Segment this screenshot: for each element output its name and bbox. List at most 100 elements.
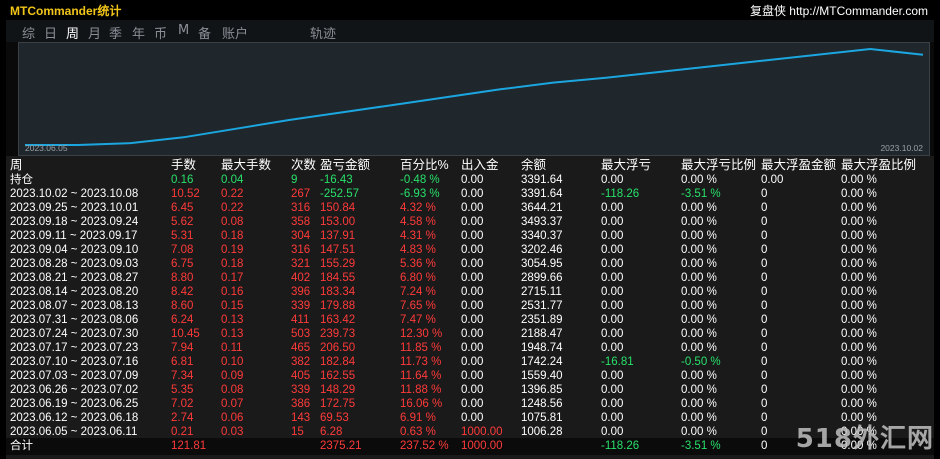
cell-col-8: 0.00	[601, 300, 624, 312]
cell-col-2: 0.03	[221, 426, 244, 438]
cell-col-6: 0.00	[461, 328, 484, 340]
cell-col-5: 7.65 %	[400, 300, 436, 312]
cell-col-9: 0.00 %	[681, 286, 717, 298]
cell-col-4: 150.84	[320, 202, 356, 214]
cell-col-8: 0.00	[601, 342, 624, 354]
cell-col-10: 0	[761, 244, 768, 256]
table-row[interactable]: 2023.07.10 ~ 2023.07.16 6.81 0.10 382 182.84…	[6, 355, 934, 369]
cell-col-4: 153.00	[320, 216, 356, 228]
cell-col-7: 3493.37	[521, 216, 563, 228]
cell-col-6: 出入金	[461, 158, 499, 172]
cell-col-2: 0.07	[221, 398, 244, 410]
cell-col-8: -16.81	[601, 356, 634, 368]
cell-col-4: 148.29	[320, 384, 356, 396]
cell-col-4: -252.57	[320, 188, 360, 200]
tab-5[interactable]: 年	[132, 23, 145, 42]
table-header[interactable]: 周 手数 最大手数 次数 盈亏金额 百分比% 出入金 余额 最大浮亏 最大浮亏比例 最大浮盈金额 最大…	[6, 158, 934, 172]
table-row[interactable]: 2023.09.25 ~ 2023.10.01 6.45 0.22 316 150.84…	[6, 201, 934, 215]
tab-0[interactable]: 综	[22, 23, 35, 42]
cell-col-10: 0	[761, 202, 768, 214]
cell-col-3: 143	[291, 412, 311, 424]
cell-col-4: 206.50	[320, 342, 356, 354]
cell-col-4: 184.55	[320, 272, 356, 284]
cell-col-6: 0.00	[461, 384, 484, 396]
table-row[interactable]: 2023.08.28 ~ 2023.09.03 6.75 0.18 321 155.29…	[6, 257, 934, 271]
cell-col-7: 2351.89	[521, 314, 563, 326]
tab-2[interactable]: 周	[66, 23, 79, 42]
tab-1[interactable]: 日	[44, 23, 57, 42]
cell-col-8: 0.00	[601, 370, 624, 382]
chart-start-label: 2023.06.05	[25, 143, 68, 153]
cell-col-11: 0.00 %	[841, 174, 877, 186]
cell-col-5: -0.48 %	[400, 174, 440, 186]
cell-col-1: 手数	[171, 158, 197, 172]
cell-col-6: 0.00	[461, 356, 484, 368]
cell-col-7: 2899.66	[521, 272, 563, 284]
table-row[interactable]: 2023.08.14 ~ 2023.08.20 8.42 0.16 396 183.34…	[6, 285, 934, 299]
table-row[interactable]: 2023.07.17 ~ 2023.07.23 7.94 0.11 465 206.50…	[6, 341, 934, 355]
cell-col-8: 0.00	[601, 216, 624, 228]
table-row[interactable]: 2023.08.07 ~ 2023.08.13 8.60 0.15 339 179.88…	[6, 299, 934, 313]
cell-col-1: 6.24	[171, 314, 194, 326]
cell-col-9: 0.00 %	[681, 426, 717, 438]
tab-6[interactable]: 币	[154, 23, 167, 42]
table-row[interactable]: 2023.09.11 ~ 2023.09.17 5.31 0.18 304 137.91…	[6, 229, 934, 243]
cell-col-10: 0	[761, 188, 768, 200]
table-row[interactable]: 2023.06.19 ~ 2023.06.25 7.02 0.07 386 172.75…	[6, 397, 934, 411]
cell-col-8: 0.00	[601, 272, 624, 284]
cell-col-6: 0.00	[461, 216, 484, 228]
table-row[interactable]: 2023.10.02 ~ 2023.10.08 10.52 0.22 267 -252.…	[6, 187, 934, 201]
cell-col-7: 3202.46	[521, 244, 563, 256]
table-row[interactable]: 2023.07.24 ~ 2023.07.30 10.45 0.13 503 239.7…	[6, 327, 934, 341]
cell-col-9: -3.51 %	[681, 188, 721, 200]
table-row[interactable]: 2023.07.03 ~ 2023.07.09 7.34 0.09 405 162.55…	[6, 369, 934, 383]
cell-col-0: 2023.07.31 ~ 2023.08.06	[10, 314, 139, 326]
cell-col-7: 3391.64	[521, 188, 563, 200]
cell-col-8: 0.00	[601, 384, 624, 396]
holding-row[interactable]: 持仓 0.16 0.04 9 -16.43 -0.48 % 0.00 3391.64 0.00 0…	[6, 173, 934, 187]
cell-col-0: 持仓	[10, 174, 33, 186]
table-row[interactable]: 2023.09.04 ~ 2023.09.10 7.08 0.19 316 147.51…	[6, 243, 934, 257]
cell-col-11: 0.00 %	[841, 314, 877, 326]
equity-chart-svg: 2023.06.05 2023.10.02	[25, 47, 923, 153]
table-row[interactable]: 2023.09.18 ~ 2023.09.24 5.62 0.08 358 153.00…	[6, 215, 934, 229]
cell-col-6: 0.00	[461, 230, 484, 242]
cell-col-3: 15	[291, 426, 304, 438]
cell-col-2: 0.09	[221, 370, 244, 382]
tab-7[interactable]: M	[178, 23, 189, 38]
table-row[interactable]: 2023.07.31 ~ 2023.08.06 6.24 0.13 411 163.42…	[6, 313, 934, 327]
cell-col-5: 11.64 %	[400, 370, 442, 382]
brand-link[interactable]: 复盘侠 http://MTCommander.com	[750, 2, 928, 19]
cell-col-3: 316	[291, 202, 311, 214]
table-row[interactable]: 2023.08.21 ~ 2023.08.27 8.80 0.17 402 184.55…	[6, 271, 934, 285]
cell-col-9: 0.00 %	[681, 202, 717, 214]
cell-col-3: 465	[291, 342, 311, 354]
cell-col-1: 0.16	[171, 174, 194, 186]
tab-9[interactable]: 账户	[222, 23, 248, 42]
cell-col-8: 0.00	[601, 314, 624, 326]
cell-col-0: 2023.09.18 ~ 2023.09.24	[10, 216, 139, 228]
cell-col-5: 4.32 %	[400, 202, 436, 214]
cell-col-8: 0.00	[601, 202, 624, 214]
cell-col-10: 0	[761, 258, 768, 270]
cell-col-10: 0	[761, 328, 768, 340]
tab-4[interactable]: 季	[109, 23, 122, 42]
cell-col-0: 2023.06.05 ~ 2023.06.11	[10, 426, 138, 438]
cell-col-11: 最大浮盈比例	[841, 158, 917, 172]
cell-col-0: 2023.08.07 ~ 2023.08.13	[10, 300, 139, 312]
cell-col-1: 0.21	[171, 426, 194, 438]
cell-col-8: 0.00	[601, 230, 624, 242]
cell-col-6: 0.00	[461, 258, 484, 270]
cell-col-10: 0.00	[761, 174, 784, 186]
cell-col-2: 0.13	[221, 314, 244, 326]
table-row[interactable]: 2023.06.26 ~ 2023.07.02 5.35 0.08 339 148.29…	[6, 383, 934, 397]
cell-col-11: 0.00 %	[841, 258, 877, 270]
cell-col-11: 0.00 %	[841, 272, 877, 284]
tab-10[interactable]: 轨迹	[310, 23, 336, 42]
cell-col-4: 182.84	[320, 356, 356, 368]
cell-col-4: 6.28	[320, 426, 343, 438]
tab-8[interactable]: 备	[198, 23, 211, 42]
stats-window: MTCommander统计 复盘侠 http://MTCommander.com…	[6, 0, 934, 459]
cell-col-10: 0	[761, 398, 768, 410]
tab-3[interactable]: 月	[88, 23, 101, 42]
